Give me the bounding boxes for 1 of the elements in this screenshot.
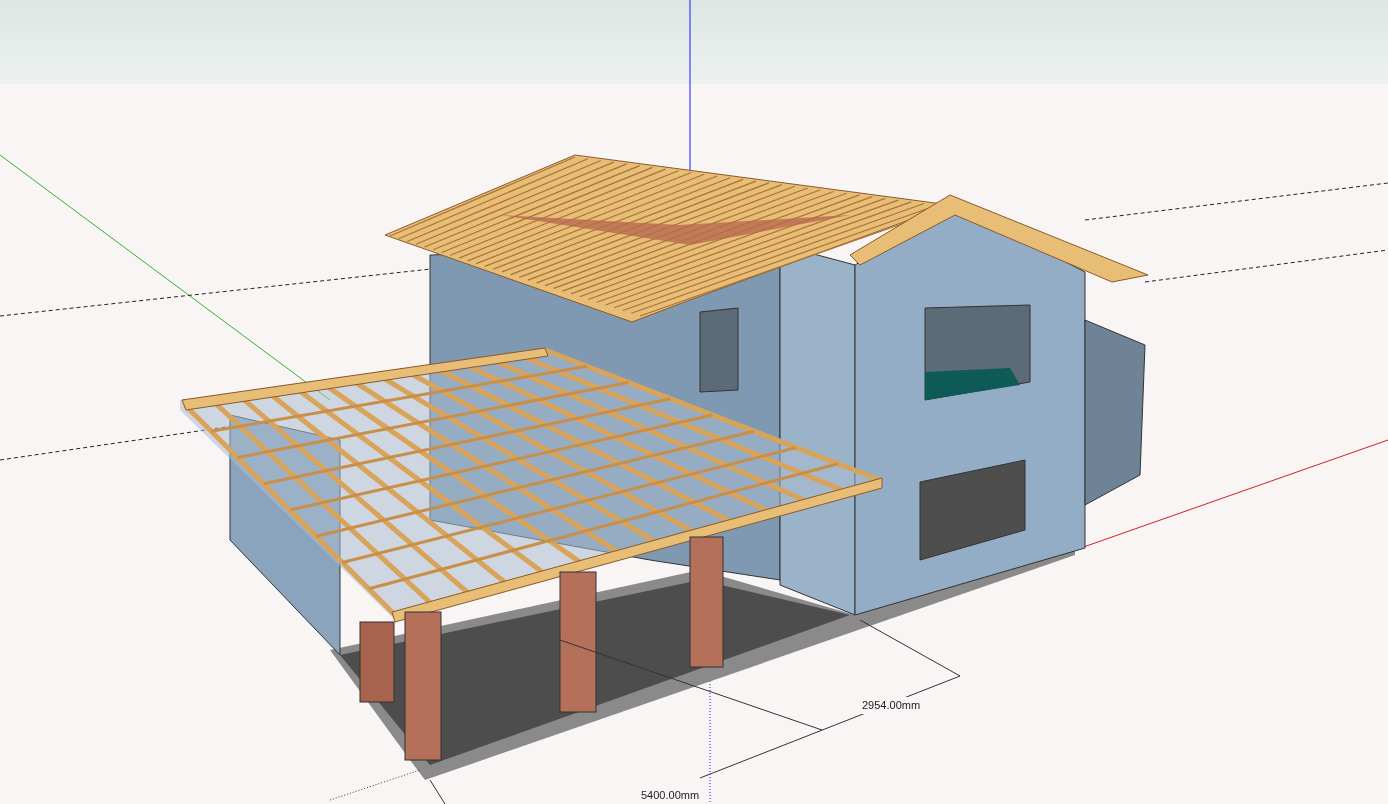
dimension-label: 2954.00mm (862, 697, 921, 714)
